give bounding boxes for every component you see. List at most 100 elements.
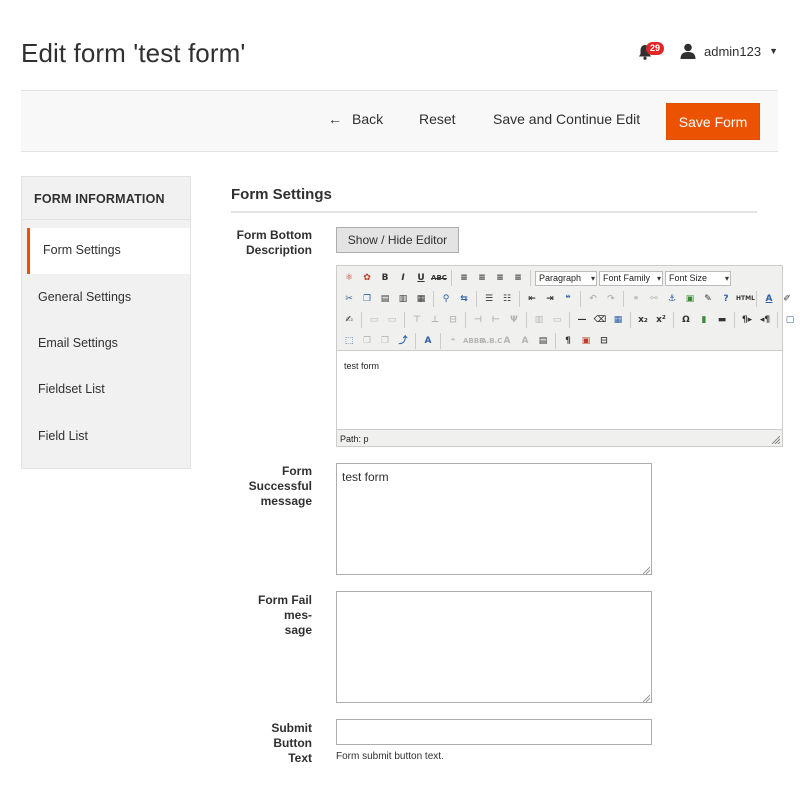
special-char-icon[interactable]: Ω: [678, 312, 694, 328]
delete-row-icon[interactable]: ⊟: [445, 312, 461, 328]
sidebar-item-field-list[interactable]: Field List: [22, 414, 190, 460]
cite-icon[interactable]: ❝: [445, 333, 461, 349]
variable-icon[interactable]: ✿: [359, 270, 375, 286]
section-divider: [231, 211, 757, 213]
edit-css-icon[interactable]: ✍: [341, 312, 357, 328]
fail-message-textarea[interactable]: [336, 591, 652, 703]
insert-row-before-icon[interactable]: ⊤: [409, 312, 425, 328]
split-cells-icon[interactable]: ▥: [531, 312, 547, 328]
font-size-select[interactable]: Font Size: [665, 270, 731, 286]
numbered-list-icon[interactable]: ☷: [499, 291, 515, 307]
help-icon[interactable]: ?: [718, 291, 734, 307]
success-message-label: Form Successful message: [248, 464, 312, 508]
remove-format-icon[interactable]: ⌫: [592, 312, 608, 328]
resize-grip-icon[interactable]: [643, 567, 650, 574]
non-breaking-icon[interactable]: ▣: [578, 333, 594, 349]
text-color-icon[interactable]: A: [761, 291, 777, 307]
link-icon[interactable]: ⚭: [628, 291, 644, 307]
abbr-icon[interactable]: ABBR: [463, 333, 484, 349]
editor-path: Path: p: [340, 434, 369, 444]
bullet-list-icon[interactable]: ☰: [481, 291, 497, 307]
editor-toolbar-row-4: ⬚ ❐ ❐ ⤴ A ❝ ABBR A.B.C A A ▤ ¶ ▣ ⊟: [341, 331, 612, 351]
notifications[interactable]: 29: [636, 42, 666, 62]
insert-row-after-icon[interactable]: ⊥: [427, 312, 443, 328]
underline-icon[interactable]: U: [413, 270, 429, 286]
align-left-icon[interactable]: ≡: [456, 270, 472, 286]
align-center-icon[interactable]: ≡: [474, 270, 490, 286]
move-forward-icon[interactable]: ❐: [359, 333, 375, 349]
italic-icon[interactable]: I: [395, 270, 411, 286]
editor-content-area[interactable]: test form: [337, 350, 782, 430]
save-form-button[interactable]: Save Form: [666, 103, 760, 140]
image-icon[interactable]: ▣: [682, 291, 698, 307]
insert-col-before-icon[interactable]: ⊣: [470, 312, 486, 328]
copy-icon[interactable]: ❐: [359, 291, 375, 307]
replace-icon[interactable]: ⇆: [456, 291, 472, 307]
resize-grip-icon[interactable]: [643, 695, 650, 702]
sidebar-item-email-settings[interactable]: Email Settings: [22, 321, 190, 367]
cleanup-icon[interactable]: ✎: [700, 291, 716, 307]
emotions-icon[interactable]: ▬: [714, 312, 730, 328]
font-family-select[interactable]: Font Family: [599, 270, 663, 286]
save-continue-button[interactable]: Save and Continue Edit: [493, 111, 640, 127]
resize-grip-icon[interactable]: [772, 436, 780, 444]
superscript-icon[interactable]: x²: [653, 312, 669, 328]
strikethrough-icon[interactable]: ABC: [431, 270, 447, 286]
chevron-down-icon: ▼: [769, 46, 779, 56]
table-cell-props-icon[interactable]: ▭: [384, 312, 400, 328]
back-button[interactable]: ← Back: [328, 111, 383, 127]
insert-layer-icon[interactable]: ⬚: [341, 333, 357, 349]
submit-text-label: Submit Button Text: [271, 721, 312, 765]
fullscreen-icon[interactable]: ▢: [782, 312, 798, 328]
absolute-icon[interactable]: ⤴: [395, 333, 411, 349]
visual-aid-icon[interactable]: ▦: [610, 312, 626, 328]
show-hide-editor-button[interactable]: Show / Hide Editor: [336, 227, 459, 253]
acronym-icon[interactable]: A.B.C: [481, 333, 502, 349]
paste-icon[interactable]: ▤: [377, 291, 393, 307]
media-icon[interactable]: ▮: [696, 312, 712, 328]
horizontal-rule-icon[interactable]: —: [574, 312, 590, 328]
insert-col-after-icon[interactable]: ⊢: [488, 312, 504, 328]
page-break-icon[interactable]: ⊟: [596, 333, 612, 349]
merge-cells-icon[interactable]: ▭: [549, 312, 565, 328]
align-justify-icon[interactable]: ≡: [510, 270, 526, 286]
find-icon[interactable]: ⚲: [438, 291, 454, 307]
submit-text-input[interactable]: [336, 719, 652, 745]
sidebar: FORM INFORMATION Form Settings General S…: [21, 176, 191, 469]
undo-icon[interactable]: ↶: [585, 291, 601, 307]
redo-icon[interactable]: ↷: [603, 291, 619, 307]
html-icon[interactable]: HTML: [736, 291, 755, 307]
styles-icon[interactable]: A: [420, 333, 436, 349]
cut-icon[interactable]: ✂: [341, 291, 357, 307]
ltr-icon[interactable]: ¶▸: [739, 312, 755, 328]
indent-icon[interactable]: ⇥: [542, 291, 558, 307]
success-message-textarea[interactable]: test form: [336, 463, 652, 575]
sidebar-item-general-settings[interactable]: General Settings: [22, 275, 190, 321]
user-menu[interactable]: admin123 ▼: [680, 43, 778, 59]
del-icon[interactable]: A: [499, 333, 515, 349]
reset-button[interactable]: Reset: [419, 111, 456, 127]
background-color-icon[interactable]: ✐: [779, 291, 795, 307]
submit-text-note: Form submit button text.: [336, 751, 444, 762]
unlink-icon[interactable]: ⚯: [646, 291, 662, 307]
paste-word-icon[interactable]: ▦: [413, 291, 429, 307]
sidebar-item-form-settings[interactable]: Form Settings: [27, 228, 190, 274]
table-row-props-icon[interactable]: ▭: [366, 312, 382, 328]
username: admin123: [704, 43, 762, 59]
widget-icon[interactable]: ⚛: [341, 270, 357, 286]
align-right-icon[interactable]: ≡: [492, 270, 508, 286]
delete-col-icon[interactable]: Ψ: [506, 312, 522, 328]
sidebar-item-fieldset-list[interactable]: Fieldset List: [22, 367, 190, 413]
blockquote-icon[interactable]: ❝: [560, 291, 576, 307]
attributes-icon[interactable]: ▤: [535, 333, 551, 349]
bold-icon[interactable]: B: [377, 270, 393, 286]
show-blocks-icon[interactable]: ¶: [560, 333, 576, 349]
move-backward-icon[interactable]: ❐: [377, 333, 393, 349]
rtl-icon[interactable]: ◂¶: [757, 312, 773, 328]
subscript-icon[interactable]: x₂: [635, 312, 651, 328]
anchor-icon[interactable]: ⚓: [664, 291, 680, 307]
format-select[interactable]: Paragraph: [535, 270, 597, 286]
outdent-icon[interactable]: ⇤: [524, 291, 540, 307]
ins-icon[interactable]: A: [517, 333, 533, 349]
paste-text-icon[interactable]: ▥: [395, 291, 411, 307]
